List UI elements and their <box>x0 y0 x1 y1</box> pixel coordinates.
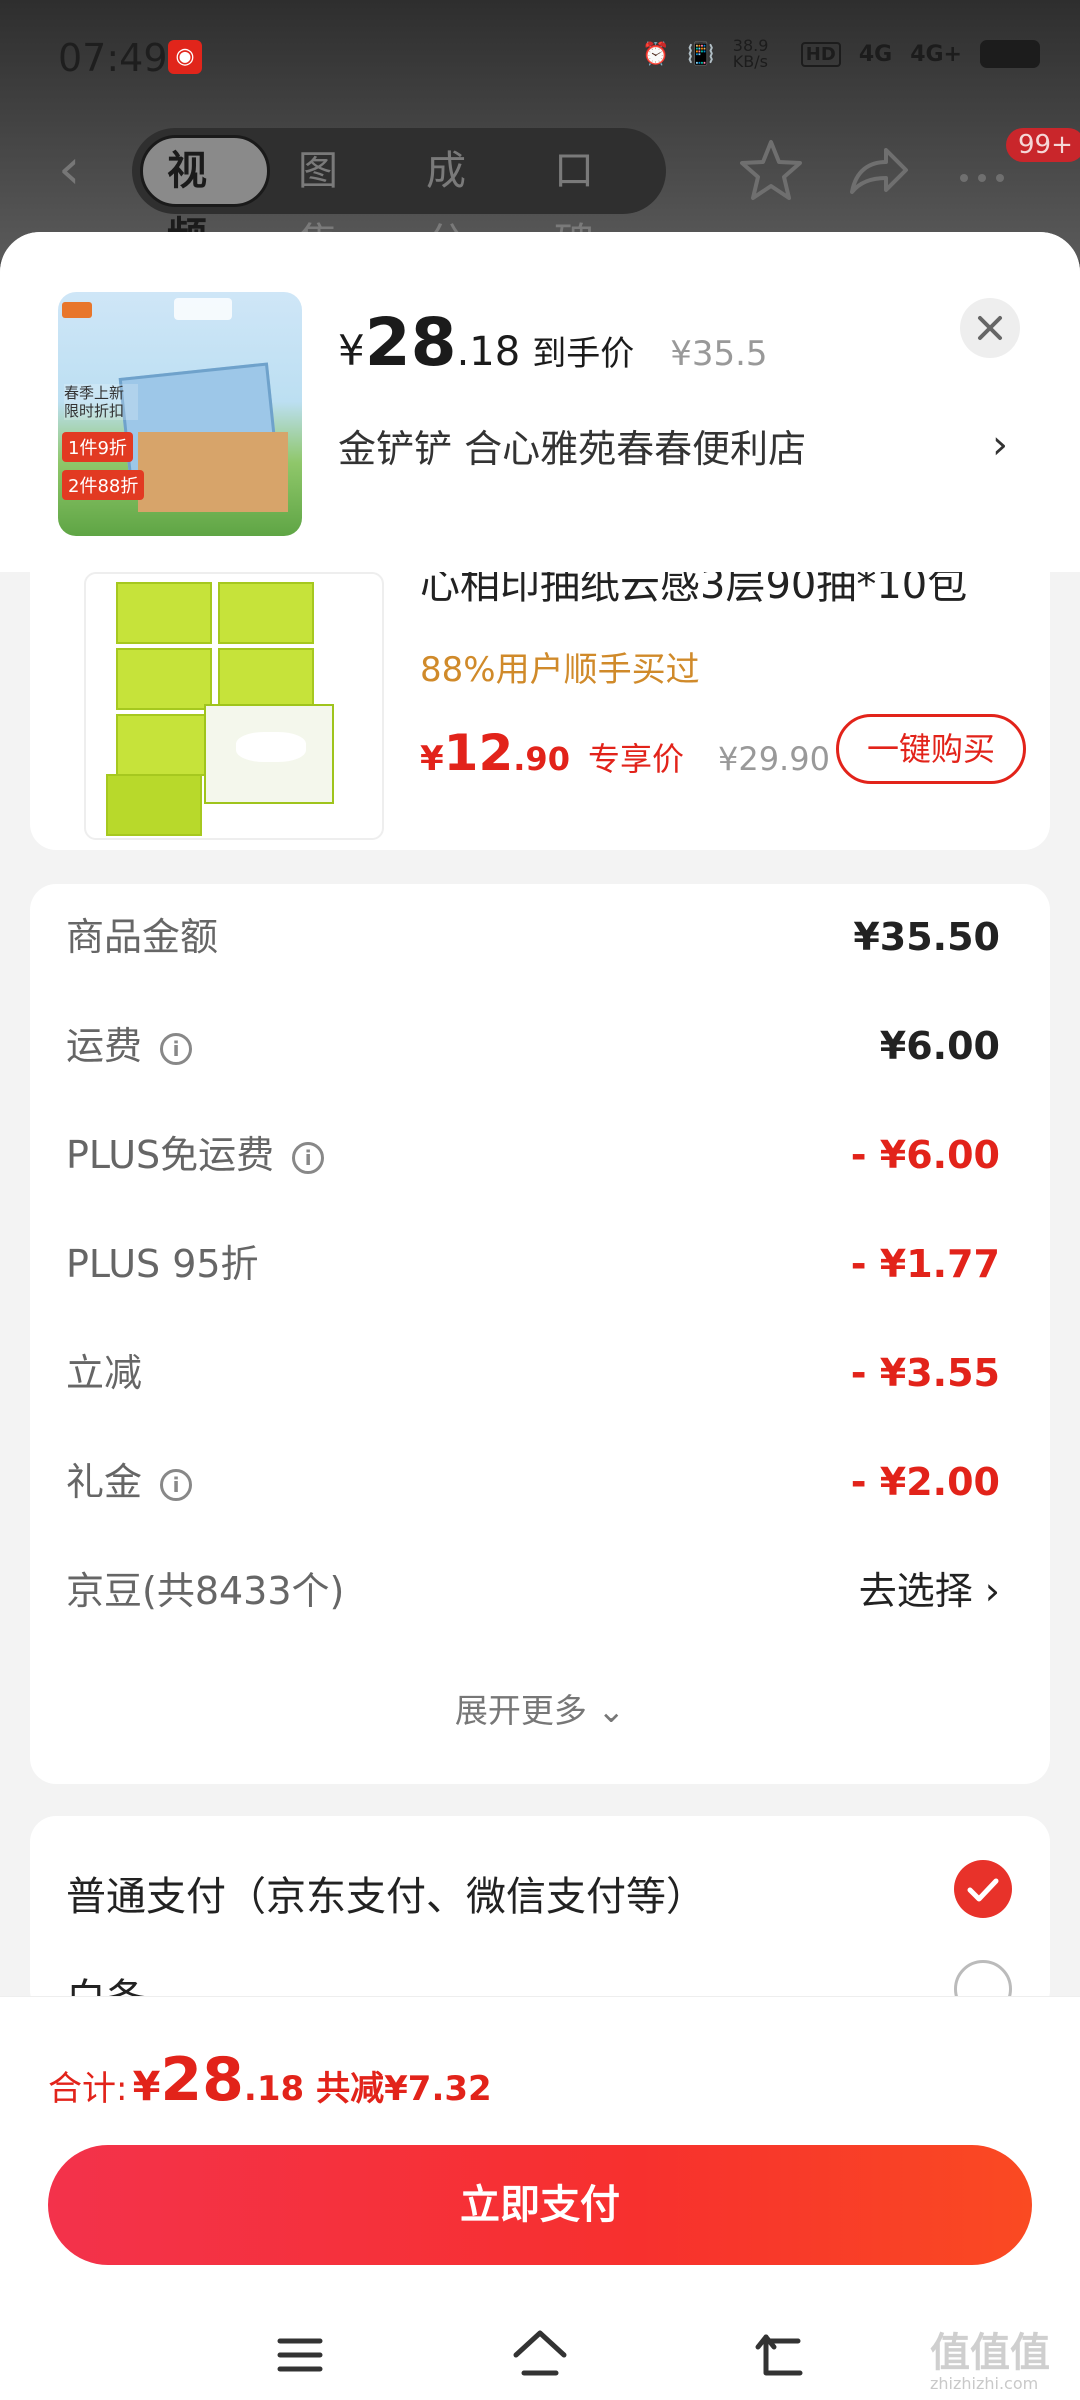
row-plus-discount: PLUS 95折 - ¥1.77 <box>66 1229 1000 1299</box>
upsell-price-label: 专享价 <box>587 740 684 778</box>
sub-logo-icon <box>174 298 232 320</box>
payment-option-standard[interactable]: 普通支付（京东支付、微信支付等） <box>66 1864 706 1922</box>
row-instant-discount: 立减 - ¥3.55 <box>66 1338 1000 1408</box>
tab-video[interactable]: 视频 <box>140 135 270 260</box>
status-bar: 07:49 ◉ ⏰ 📳 38.9 KB/s HD 4G 4G+ <box>0 30 1080 90</box>
top-nav: ‹ 视频 图集 成分 口碑 <box>0 128 1080 266</box>
back-icon[interactable]: ‹ <box>58 142 98 202</box>
chevron-down-icon: ⌄ <box>597 1691 626 1730</box>
system-icons: ⏰ 📳 38.9 KB/s HD 4G 4G+ <box>642 38 1040 70</box>
status-time: 07:49 <box>58 36 168 80</box>
row-label: PLUS免运费 <box>66 1133 275 1177</box>
total-currency: ¥ <box>132 2064 161 2110</box>
share-icon[interactable] <box>842 136 912 206</box>
menu-icon[interactable] <box>272 2327 328 2383</box>
row-gift-money: 礼金 i - ¥2.00 <box>66 1447 1000 1517</box>
star-icon[interactable] <box>736 136 806 206</box>
watermark-sub: zhizhizhi.com <box>930 2374 1039 2393</box>
chevron-right-icon[interactable]: › <box>992 422 1008 468</box>
upsell-rate: 88%用户顺手买过 <box>420 650 700 690</box>
checkout-footer: 合计: ¥28.18 共减¥7.32 立即支付 <box>0 1996 1080 2400</box>
vibrate-icon: 📳 <box>687 41 715 67</box>
final-price-currency: ¥ <box>338 326 365 375</box>
final-price-dec: .18 <box>456 329 521 375</box>
thumb-deal-1: 1件9折 <box>62 432 133 462</box>
total-saved: 共减¥7.32 <box>316 2069 492 2109</box>
tab-reviews[interactable]: 口碑 <box>530 135 654 266</box>
message-badge: 99+ <box>1006 128 1080 162</box>
info-icon[interactable]: i <box>160 1468 193 1501</box>
checked-icon[interactable] <box>954 1860 1012 1918</box>
tab-gallery[interactable]: 图集 <box>274 135 398 266</box>
expand-more-label: 展开更多 <box>454 1691 587 1730</box>
upsell-price: ¥12.90 专享价 ¥29.90 <box>420 724 830 782</box>
row-label: 商品金额 <box>66 915 219 959</box>
system-nav-bar <box>0 2317 1080 2397</box>
info-icon[interactable]: i <box>292 1141 325 1174</box>
info-icon[interactable]: i <box>160 1032 193 1065</box>
row-label: PLUS 95折 <box>66 1242 259 1286</box>
thumb-deal-2: 2件88折 <box>62 470 145 500</box>
total-price: 合计: ¥28.18 共减¥7.32 <box>48 2045 492 2115</box>
upsell-product-image[interactable] <box>84 572 384 840</box>
tab-ingredients[interactable]: 成分 <box>402 135 526 266</box>
row-label: 礼金 <box>66 1460 143 1504</box>
product-thumbnail[interactable]: 春季上新 限时折扣 1件9折 2件88折 <box>58 292 302 536</box>
row-value: - ¥3.55 <box>850 1351 1000 1395</box>
row-subtotal: 商品金额 ¥35.50 <box>66 902 1000 972</box>
watermark: 值值值 zhizhizhi.com <box>930 2320 1050 2393</box>
row-label: 京豆(共8433个) <box>66 1569 345 1613</box>
row-value: ¥35.50 <box>853 915 1000 959</box>
total-label: 合计: <box>48 2069 128 2109</box>
hd-icon: HD <box>800 41 841 67</box>
one-click-buy-button[interactable]: 一键购买 <box>836 714 1026 784</box>
thumb-new-text: 春季上新 限时折扣 <box>64 384 138 420</box>
back-nav-icon[interactable] <box>752 2327 808 2383</box>
expand-more-link[interactable]: 展开更多 ⌄ <box>30 1684 1050 1732</box>
row-value: - ¥6.00 <box>850 1133 1000 1177</box>
final-price: ¥28.18 到手价 ¥35.5 <box>338 304 768 381</box>
net-speed: 38.9 KB/s <box>732 36 769 71</box>
upsell-orig-price: ¥29.90 <box>717 740 830 778</box>
brand-logo-icon <box>62 302 92 318</box>
row-label: 运费 <box>66 1024 143 1068</box>
final-price-label: 到手价 <box>532 334 635 374</box>
row-jd-beans[interactable]: 京豆(共8433个) 去选择 › <box>66 1556 1000 1626</box>
row-value: - ¥2.00 <box>850 1460 1000 1504</box>
watermark-main: 值值值 <box>930 2330 1050 2376</box>
total-dec: .18 <box>243 2069 305 2109</box>
payment-methods: 普通支付（京东支付、微信支付等） 白条 <box>30 1816 1050 2022</box>
app-notification-icon: ◉ <box>168 40 202 74</box>
alarm-icon: ⏰ <box>641 41 670 67</box>
original-price: ¥35.5 <box>670 334 768 374</box>
row-value: - ¥1.77 <box>850 1242 1000 1286</box>
price-breakdown: 商品金额 ¥35.50 运费 i ¥6.00 PLUS免运费 i - ¥6.00 P… <box>30 884 1050 1784</box>
select-beans-link[interactable]: 去选择 <box>859 1569 973 1613</box>
pay-now-button[interactable]: 立即支付 <box>48 2145 1032 2265</box>
row-label: 立减 <box>66 1351 143 1395</box>
home-icon[interactable] <box>510 2325 570 2385</box>
product-header: 春季上新 限时折扣 1件9折 2件88折 ¥28.18 到手价 ¥35.5 金铲铲 … <box>0 232 1080 572</box>
final-price-int: 28 <box>364 304 457 381</box>
shop-name[interactable]: 金铲铲 合心雅苑春春便利店 <box>338 418 806 473</box>
battery-icon <box>980 40 1040 68</box>
row-plus-free-shipping: PLUS免运费 i - ¥6.00 <box>66 1120 1000 1190</box>
chevron-right-icon: › <box>984 1569 1000 1613</box>
close-icon[interactable] <box>960 298 1020 358</box>
total-int: 28 <box>160 2045 244 2115</box>
signal-label-1: 4G <box>858 41 893 67</box>
signal-label-2: 4G+ <box>910 41 962 67</box>
row-shipping: 运费 i ¥6.00 <box>66 1011 1000 1081</box>
upsell-currency: ¥ <box>420 739 444 779</box>
upsell-price-int: 12 <box>443 724 514 782</box>
media-tabs: 视频 图集 成分 口碑 <box>132 128 666 266</box>
row-value: ¥6.00 <box>879 1024 1000 1068</box>
upsell-price-dec: .90 <box>513 740 570 778</box>
